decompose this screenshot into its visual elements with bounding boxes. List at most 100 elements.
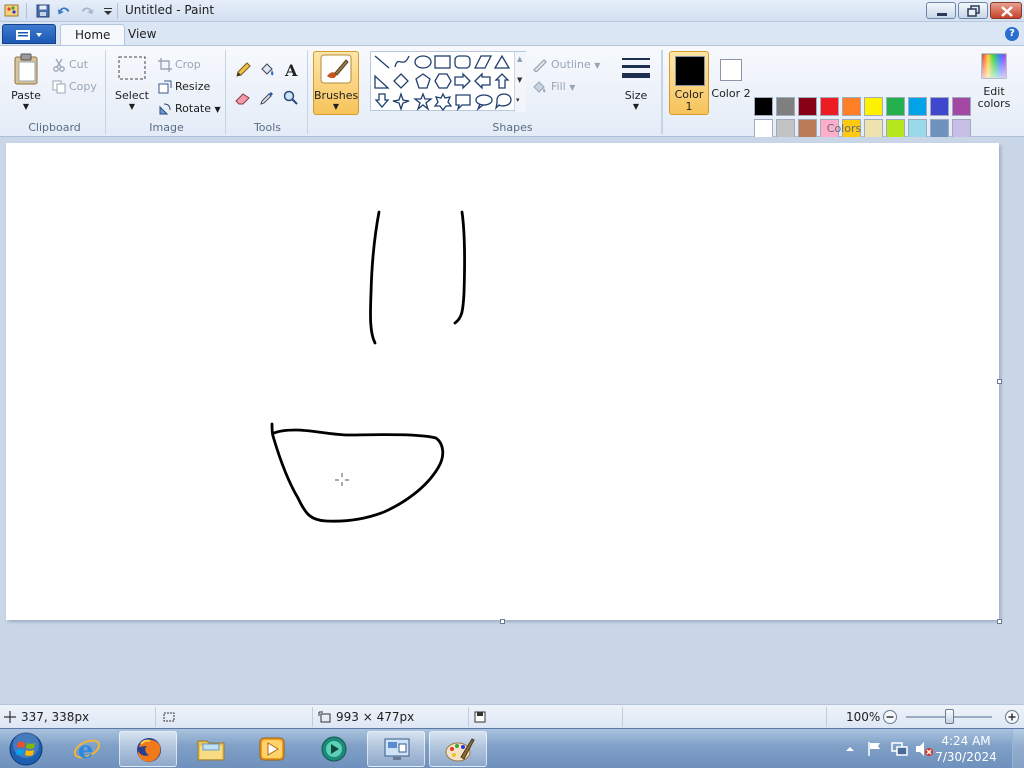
minimize-button[interactable] <box>926 2 956 19</box>
fill-tool[interactable] <box>256 59 277 80</box>
taskbar-media-player[interactable] <box>243 731 301 767</box>
paste-button[interactable]: Paste ▼ <box>6 52 46 118</box>
zoom-out-icon[interactable] <box>882 709 898 725</box>
taskbar-file-explorer[interactable] <box>182 731 240 767</box>
tools-group: A Tools <box>228 50 308 134</box>
edit-colors-icon <box>981 53 1007 79</box>
palette-swatch[interactable] <box>886 97 905 116</box>
color2-button[interactable]: Color 2 <box>711 51 751 115</box>
status-separator <box>312 707 313 727</box>
fill-button[interactable]: Fill ▼ <box>532 78 575 96</box>
undo-icon[interactable] <box>56 3 72 19</box>
show-hidden-icons-arrow[interactable] <box>845 744 855 754</box>
select-button[interactable]: Select ▼ <box>112 52 152 118</box>
internet-explorer-icon: e <box>73 735 101 764</box>
resize-handle-right[interactable] <box>997 379 1002 384</box>
ribbon-tab-row: Home View <box>0 22 1024 46</box>
image-group-label: Image <box>149 121 184 134</box>
start-button[interactable] <box>6 731 46 767</box>
system-clock[interactable]: 4:24 AM 7/30/2024 <box>935 733 997 765</box>
media-center-icon <box>321 736 347 762</box>
network-icon[interactable] <box>890 740 910 758</box>
action-center-flag-icon[interactable] <box>866 740 884 758</box>
canvas-size: 993 × 477px <box>336 710 415 724</box>
cursor-position: 337, 338px <box>21 710 90 724</box>
status-bar: 337, 338px 993 × 477px 100% <box>0 704 1024 728</box>
file-size-icon <box>474 711 486 723</box>
outline-label: Outline <box>551 58 591 71</box>
svg-text:A: A <box>284 62 298 78</box>
title-separator <box>117 3 118 19</box>
color-picker-tool[interactable] <box>256 87 277 108</box>
size-button[interactable]: Size ▼ <box>616 52 656 118</box>
edit-colors-label: Edit colors <box>977 85 1011 110</box>
taskbar-remote-desktop[interactable] <box>367 731 425 767</box>
paste-dropdown-arrow: ▼ <box>22 102 30 111</box>
cut-button[interactable]: Cut <box>52 56 88 74</box>
taskbar-paint[interactable] <box>429 731 487 767</box>
colors-group-label: Colors <box>826 122 862 135</box>
resize-button[interactable]: Resize <box>158 78 210 96</box>
palette-swatch[interactable] <box>908 97 927 116</box>
color1-button[interactable]: Color 1 <box>669 51 709 115</box>
taskbar-app-teal[interactable] <box>305 731 363 767</box>
text-icon: A <box>284 62 298 78</box>
drawing-canvas[interactable] <box>6 143 999 620</box>
scroll-up-arrow[interactable]: ▲ <box>517 55 522 63</box>
zoom-slider-thumb[interactable] <box>945 709 954 724</box>
show-desktop-button[interactable] <box>1012 729 1024 768</box>
palette-swatch[interactable] <box>798 97 817 116</box>
rotate-button[interactable]: Rotate ▼ <box>158 100 221 118</box>
resize-handle-corner[interactable] <box>997 619 1002 624</box>
palette-swatch[interactable] <box>820 97 839 116</box>
pencil-tool[interactable] <box>232 59 253 80</box>
save-icon[interactable] <box>35 3 51 19</box>
copy-button[interactable]: Copy <box>52 78 97 96</box>
colors-group-separator <box>662 50 663 134</box>
crop-button[interactable]: Crop <box>158 56 201 74</box>
paint-menu-button[interactable] <box>2 24 56 44</box>
stroke-left-vertical <box>369 210 381 345</box>
outline-button[interactable]: Outline ▼ <box>532 56 600 74</box>
brushes-button[interactable]: Brushes ▼ <box>313 51 359 115</box>
zoom-in-icon[interactable] <box>1004 709 1020 725</box>
size-icon <box>622 58 650 78</box>
edit-colors-button[interactable]: Edit colors <box>975 51 1013 115</box>
close-button[interactable] <box>990 2 1022 19</box>
customize-qat-icon[interactable] <box>100 3 116 19</box>
help-icon[interactable]: ? <box>1005 27 1019 41</box>
palette-swatch[interactable] <box>776 97 795 116</box>
color2-swatch <box>720 59 742 81</box>
palette-swatch[interactable] <box>754 97 773 116</box>
taskbar-internet-explorer[interactable]: e <box>58 731 116 767</box>
taskbar-firefox[interactable] <box>119 731 177 767</box>
outline-icon <box>533 59 547 73</box>
magnifier-icon <box>283 90 298 105</box>
redo-icon[interactable] <box>79 3 95 19</box>
palette-swatch[interactable] <box>952 97 971 116</box>
text-tool[interactable]: A <box>280 59 301 80</box>
restore-button[interactable] <box>958 2 988 19</box>
shapes-scrollbar[interactable]: ▲ ▼ ▾ <box>514 52 526 112</box>
color2-label: Color 2 <box>711 87 751 100</box>
resize-label: Resize <box>175 80 211 93</box>
eraser-tool[interactable] <box>232 87 253 108</box>
magnifier-tool[interactable] <box>280 87 301 108</box>
shapes-more-arrow[interactable]: ▾ <box>516 96 520 104</box>
resize-handle-bottom[interactable] <box>500 619 505 624</box>
palette-swatch[interactable] <box>864 97 883 116</box>
minimize-icon <box>937 13 947 16</box>
scroll-down-arrow[interactable]: ▼ <box>517 76 522 84</box>
image-group: Select ▼ Crop Resize Rotate ▼ Image <box>108 50 226 134</box>
volume-muted-icon[interactable] <box>914 740 934 758</box>
brush-icon <box>320 54 352 84</box>
pencil-icon <box>236 62 251 77</box>
palette-swatch[interactable] <box>930 97 949 116</box>
crosshair-cursor <box>335 473 349 486</box>
palette-swatch[interactable] <box>842 97 861 116</box>
scissors-icon <box>53 58 65 72</box>
shapes-gallery-icons[interactable] <box>371 52 527 112</box>
cursor-position-icon <box>4 711 16 723</box>
tab-view[interactable]: View <box>114 24 170 46</box>
clock-time: 4:24 AM <box>941 734 991 748</box>
